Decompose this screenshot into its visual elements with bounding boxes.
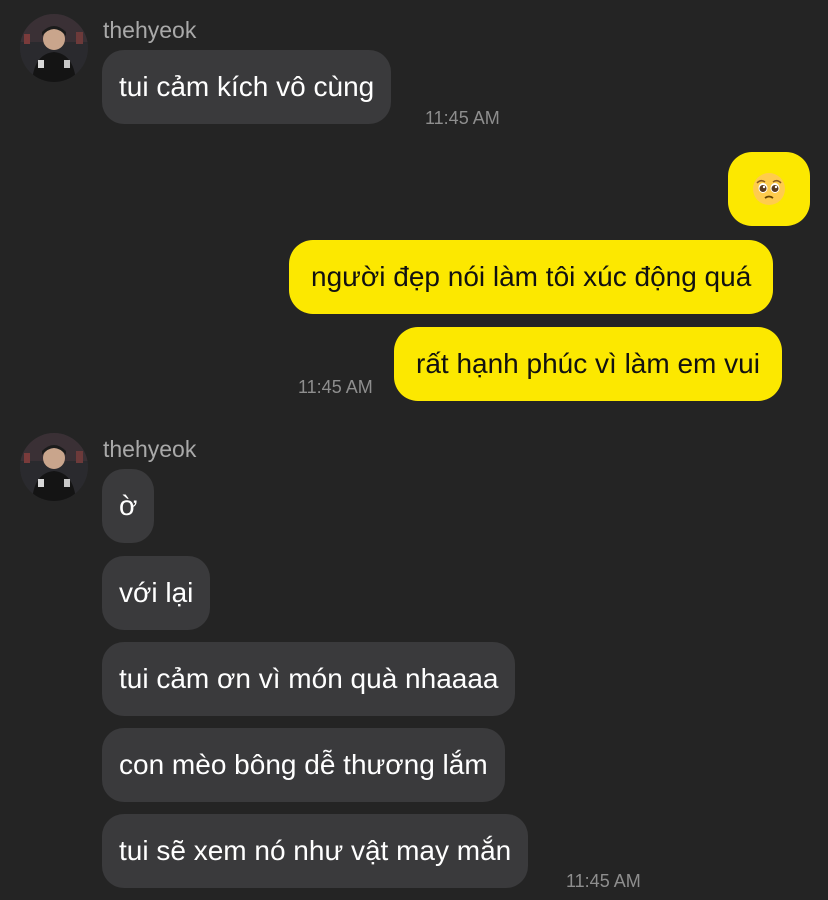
message-text: tui cảm kích vô cùng [119,71,375,102]
message-bubble[interactable]: người đẹp nói làm tôi xúc động quá [289,240,774,314]
message-text: tui sẽ xem nó như vật may mắn [119,835,512,866]
message-text: tui cảm ơn vì món quà nhaaaa [119,663,499,694]
message-bubble[interactable]: rất hạnh phúc vì làm em vui [394,327,782,401]
message-timestamp: 11:45 AM [298,377,373,397]
avatar[interactable] [20,14,88,82]
sender-name: thehyeok [103,17,197,43]
message-timestamp: 11:45 AM [425,108,500,128]
message-text: người đẹp nói làm tôi xúc động quá [311,261,752,292]
message-bubble[interactable]: tui cảm ơn vì món quà nhaaaa [102,642,516,716]
profile-photo-icon [20,14,88,82]
message-bubble[interactable]: tui cảm kích vô cùng [102,50,392,124]
message-bubble[interactable]: tui sẽ xem nó như vật may mắn [102,814,529,888]
message-bubble[interactable]: ờ [102,469,155,543]
message-bubble[interactable]: với lại [102,556,211,630]
message-text: ờ [119,490,138,521]
message-text: rất hạnh phúc vì làm em vui [416,348,760,379]
emoji-bubble[interactable] [728,152,810,226]
message-text: con mèo bông dễ thương lắm [119,749,488,780]
message-bubble[interactable]: con mèo bông dễ thương lắm [102,728,505,802]
pleading-face-emoji-icon [753,173,785,205]
message-timestamp: 11:45 AM [566,871,641,891]
sender-name: thehyeok [103,436,197,462]
avatar[interactable] [20,433,88,501]
profile-photo-icon [20,433,88,501]
message-text: với lại [119,577,194,608]
